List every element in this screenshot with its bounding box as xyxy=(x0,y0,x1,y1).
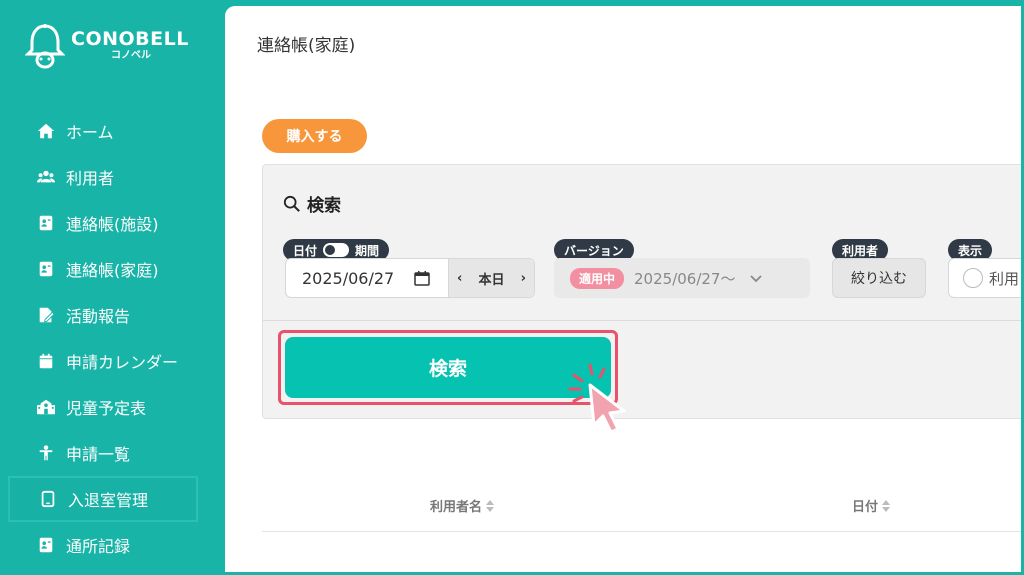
sidebar-item-label: 利用者 xyxy=(66,169,115,188)
today-button[interactable]: 本日 xyxy=(478,269,504,288)
home-icon xyxy=(36,121,56,141)
sidebar-item-contact-book-facility[interactable]: 連絡帳(施設) xyxy=(8,200,198,246)
sidebar-item-entry-exit[interactable]: 入退室管理 xyxy=(8,476,198,522)
sort-icon xyxy=(486,499,495,512)
version-value: 2025/06/27〜 xyxy=(634,269,736,288)
purchase-button[interactable]: 購入する xyxy=(262,119,367,153)
display-option-label: 利用 xyxy=(989,269,1020,288)
page-title: 連絡帳(家庭) xyxy=(257,36,356,56)
brand-subtitle: コノベル xyxy=(111,50,151,61)
chevron-left-icon[interactable]: ‹ xyxy=(457,271,462,286)
search-icon xyxy=(283,195,300,212)
sidebar-item-label: 申請一覧 xyxy=(66,445,131,464)
sidebar-item-label: 入退室管理 xyxy=(68,491,149,510)
search-button[interactable]: 検索 xyxy=(285,337,611,398)
bell-logo-icon xyxy=(25,24,65,69)
contact-book-icon xyxy=(36,535,56,555)
chevron-down-icon xyxy=(750,275,763,283)
sidebar-item-label: 連絡帳(施設) xyxy=(66,215,159,234)
calendar-picker-icon[interactable] xyxy=(414,270,430,286)
sidebar-item-application-calendar[interactable]: 申請カレンダー xyxy=(8,338,198,384)
date-period-toggle[interactable] xyxy=(323,243,350,257)
sidebar-item-label: 活動報告 xyxy=(66,307,131,326)
sidebar-item-label: 通所記録 xyxy=(66,537,131,556)
date-input-group: 2025/06/27 ‹ 本日 › xyxy=(285,258,535,298)
users-icon xyxy=(36,167,56,187)
column-header-user-name[interactable]: 利用者名 xyxy=(430,496,495,515)
display-option[interactable]: 利用 xyxy=(948,258,1021,298)
contact-book-icon xyxy=(36,259,56,279)
table-divider xyxy=(262,531,1021,532)
school-icon xyxy=(36,397,56,417)
person-icon xyxy=(36,443,56,463)
panel-divider xyxy=(263,320,1021,321)
sidebar-item-users[interactable]: 利用者 xyxy=(8,154,198,200)
filter-button[interactable]: 絞り込む xyxy=(832,258,926,298)
app-frame: CONOBELL コノベル ホーム 利用者 連絡帳(施設) 連絡帳(家庭) 活動… xyxy=(0,0,1024,575)
date-mode-label-date: 日付 xyxy=(293,243,318,258)
main-content: 連絡帳(家庭) 購入する 検索 日付 期間 2025/06/27 ‹ 本日 › xyxy=(225,6,1021,572)
search-heading: 検索 xyxy=(283,191,341,216)
edit-document-icon xyxy=(36,305,56,325)
column-header-label: 利用者名 xyxy=(430,500,483,515)
sort-icon xyxy=(882,499,891,512)
sidebar-item-application-list[interactable]: 申請一覧 xyxy=(8,430,198,476)
display-radio[interactable] xyxy=(963,268,983,288)
brand-logo[interactable]: CONOBELL コノベル xyxy=(25,23,189,69)
sidebar-item-contact-book-home[interactable]: 連絡帳(家庭) xyxy=(8,246,198,292)
date-input[interactable]: 2025/06/27 xyxy=(286,269,414,288)
sidebar-item-home[interactable]: ホーム xyxy=(8,108,198,154)
sidebar-item-attendance-record[interactable]: 通所記録 xyxy=(8,522,198,568)
sidebar-item-label: 連絡帳(家庭) xyxy=(66,261,159,280)
column-header-date[interactable]: 日付 xyxy=(852,496,891,515)
brand-name: CONOBELL xyxy=(71,28,189,50)
date-mode-label-period: 期間 xyxy=(355,243,380,258)
search-panel: 検索 日付 期間 2025/06/27 ‹ 本日 › バージョン 適用中 202… xyxy=(262,164,1021,419)
sidebar-item-activity-report[interactable]: 活動報告 xyxy=(8,292,198,338)
sidebar: CONOBELL コノベル ホーム 利用者 連絡帳(施設) 連絡帳(家庭) 活動… xyxy=(3,3,225,572)
contact-book-icon xyxy=(36,213,56,233)
sidebar-item-label: 児童予定表 xyxy=(66,399,147,418)
sidebar-item-label: 申請カレンダー xyxy=(66,353,179,372)
click-pointer-icon xyxy=(568,363,626,434)
today-navigator: ‹ 本日 › xyxy=(448,259,534,297)
active-badge: 適用中 xyxy=(570,267,625,289)
search-heading-label: 検索 xyxy=(307,196,341,216)
sidebar-item-child-schedule[interactable]: 児童予定表 xyxy=(8,384,198,430)
version-select[interactable]: 適用中 2025/06/27〜 xyxy=(554,258,810,298)
sidebar-item-label: ホーム xyxy=(66,123,114,142)
tablet-icon xyxy=(38,489,58,509)
column-header-label: 日付 xyxy=(852,500,879,515)
chevron-right-icon[interactable]: › xyxy=(521,271,526,286)
calendar-icon xyxy=(36,351,56,371)
